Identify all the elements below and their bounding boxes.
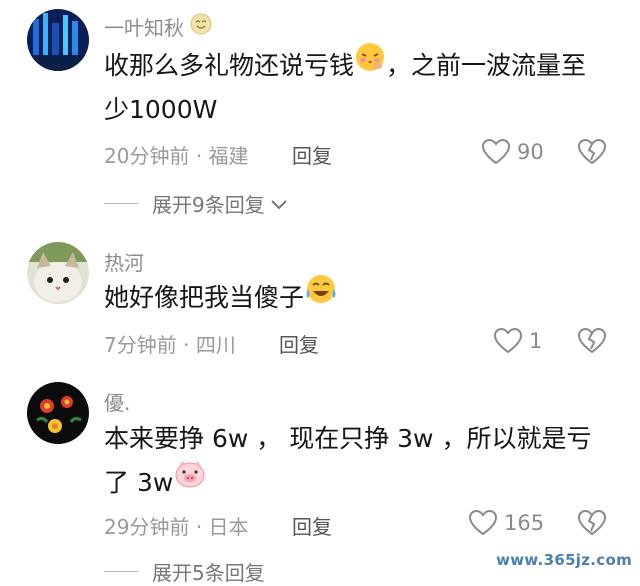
meta-separator: · (183, 333, 190, 357)
location: 日本 (208, 515, 249, 539)
comment-text-part: 收那么多礼物还说亏钱 (104, 51, 355, 80)
expand-replies-label: 展开9条回复 (152, 193, 265, 217)
pig-face-emoji-icon (173, 459, 207, 503)
avatar[interactable] (27, 242, 89, 304)
username[interactable]: 優. (104, 387, 130, 416)
comment-text: 她好像把我当傻子 (104, 273, 338, 322)
like-count: 1 (529, 329, 543, 353)
reply-button[interactable]: 回复 (292, 511, 332, 540)
like-count: 90 (517, 140, 544, 164)
comment-text-part: 了 3w (104, 468, 174, 497)
meta-separator: · (195, 515, 203, 539)
username[interactable]: 一叶知秋 (104, 12, 212, 43)
dislike-button[interactable] (577, 509, 607, 541)
username-text: 一叶知秋 (104, 16, 184, 40)
comment-text-part: 她好像把我当傻子 (104, 283, 305, 312)
like-button[interactable]: 165 (468, 509, 544, 537)
broken-heart-icon (577, 509, 607, 536)
heart-icon (481, 138, 511, 165)
comment-text: 收那么多礼物还说亏钱 ，之前一波流量至 (104, 41, 587, 90)
like-button[interactable]: 1 (493, 327, 542, 355)
username[interactable]: 热河 (104, 247, 144, 276)
smile-emoji-icon (190, 13, 212, 40)
comment-text: 本来要挣 6w ， 现在只挣 3w ，所以就是亏 (104, 424, 592, 453)
avatar[interactable] (27, 382, 89, 444)
heart-icon (493, 327, 523, 354)
expand-replies-button[interactable]: 展开9条回复 (104, 189, 289, 218)
timestamp: 29分钟前 (104, 515, 190, 539)
like-button[interactable]: 90 (481, 138, 544, 166)
meta-separator: · (195, 144, 203, 168)
avatar[interactable] (27, 9, 89, 71)
like-count: 165 (504, 511, 545, 535)
timestamp: 7分钟前 (104, 333, 177, 357)
timestamp: 20分钟前 (104, 144, 190, 168)
divider (104, 203, 138, 204)
reply-button[interactable]: 回复 (279, 329, 319, 358)
dislike-button[interactable] (577, 138, 607, 170)
comment-meta: 7分钟前 · 四川 (104, 329, 236, 358)
broken-heart-icon (577, 327, 607, 354)
comment-meta: 29分钟前 · 日本 (104, 511, 249, 540)
reply-button[interactable]: 回复 (292, 140, 332, 169)
crying-laughing-emoji-icon (304, 273, 338, 319)
watermark: www.365jz.com (496, 551, 632, 569)
comment-text-line2: 了 3w (104, 461, 207, 506)
comment-text-line2: 少1000W (104, 95, 218, 124)
location: 四川 (195, 333, 236, 357)
comment-meta: 20分钟前 · 福建 (104, 140, 249, 169)
dislike-button[interactable] (577, 327, 607, 359)
heart-icon (468, 509, 498, 536)
location: 福建 (208, 144, 249, 168)
chevron-down-icon (271, 199, 287, 209)
shy-kiss-emoji-icon (354, 41, 386, 87)
broken-heart-icon (577, 138, 607, 165)
comment-text-part: ，之前一波流量至 (386, 51, 587, 80)
